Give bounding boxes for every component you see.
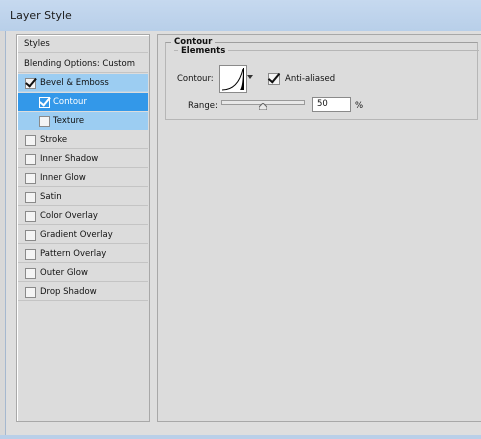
style-item-label: Gradient Overlay: [40, 230, 113, 240]
inner-glow-checkbox[interactable]: [25, 173, 36, 184]
window-title: Layer Style: [10, 9, 72, 22]
style-item-inner-shadow[interactable]: Inner Shadow: [18, 150, 148, 168]
chevron-down-icon[interactable]: [247, 75, 253, 79]
style-item-texture[interactable]: Texture: [18, 112, 148, 130]
styles-list: Styles Blending Options: Custom Bevel & …: [16, 34, 150, 422]
gradient-overlay-checkbox[interactable]: [25, 230, 36, 241]
style-item-label: Outer Glow: [40, 268, 88, 278]
style-item-inner-glow[interactable]: Inner Glow: [18, 169, 148, 187]
style-item-label: Bevel & Emboss: [40, 78, 109, 88]
style-item-bevel-emboss[interactable]: Bevel & Emboss: [18, 74, 148, 92]
blending-options-label: Blending Options: Custom: [24, 59, 135, 69]
contour-settings-panel: Contour Elements Contour: Anti-aliased R…: [157, 34, 481, 422]
style-item-label: Contour: [53, 97, 87, 107]
outer-glow-checkbox[interactable]: [25, 268, 36, 279]
inner-shadow-checkbox[interactable]: [25, 154, 36, 165]
contour-curve-picker[interactable]: [219, 65, 247, 93]
stroke-checkbox[interactable]: [25, 135, 36, 146]
window-bottom-frame: [0, 435, 481, 439]
style-item-contour[interactable]: Contour: [18, 93, 148, 111]
color-overlay-checkbox[interactable]: [25, 211, 36, 222]
pattern-overlay-checkbox[interactable]: [25, 249, 36, 260]
style-item-outer-glow[interactable]: Outer Glow: [18, 264, 148, 282]
satin-checkbox[interactable]: [25, 192, 36, 203]
style-item-label: Satin: [40, 192, 62, 202]
anti-aliased-checkbox[interactable]: [268, 73, 280, 85]
style-item-satin[interactable]: Satin: [18, 188, 148, 206]
drop-shadow-checkbox[interactable]: [25, 287, 36, 298]
style-item-label: Inner Shadow: [40, 154, 99, 164]
style-item-label: Inner Glow: [40, 173, 86, 183]
style-item-stroke[interactable]: Stroke: [18, 131, 148, 149]
style-item-label: Stroke: [40, 135, 68, 145]
style-item-label: Texture: [53, 116, 85, 126]
bevel-emboss-checkbox[interactable]: [25, 78, 36, 89]
style-item-label: Pattern Overlay: [40, 249, 107, 259]
style-item-label: Drop Shadow: [40, 287, 97, 297]
range-slider-thumb[interactable]: [259, 103, 267, 110]
style-item-gradient-overlay[interactable]: Gradient Overlay: [18, 226, 148, 244]
range-input[interactable]: 50: [312, 97, 351, 112]
range-label: Range:: [188, 101, 218, 111]
contour-label: Contour:: [177, 74, 214, 84]
styles-header[interactable]: Styles: [18, 35, 148, 53]
blending-options-item[interactable]: Blending Options: Custom: [18, 55, 148, 73]
anti-aliased-label: Anti-aliased: [285, 74, 336, 84]
style-item-label: Color Overlay: [40, 211, 98, 221]
range-unit: %: [355, 101, 364, 111]
title-bar[interactable]: Layer Style: [0, 0, 481, 31]
style-item-drop-shadow[interactable]: Drop Shadow: [18, 283, 148, 301]
contour-checkbox[interactable]: [39, 97, 50, 108]
style-item-pattern-overlay[interactable]: Pattern Overlay: [18, 245, 148, 263]
contour-curve-icon: [221, 68, 244, 91]
dialog-client: Styles Blending Options: Custom Bevel & …: [5, 31, 481, 435]
styles-header-label: Styles: [24, 39, 50, 49]
texture-checkbox[interactable]: [39, 116, 50, 127]
style-item-color-overlay[interactable]: Color Overlay: [18, 207, 148, 225]
group-title: Elements: [178, 46, 229, 56]
